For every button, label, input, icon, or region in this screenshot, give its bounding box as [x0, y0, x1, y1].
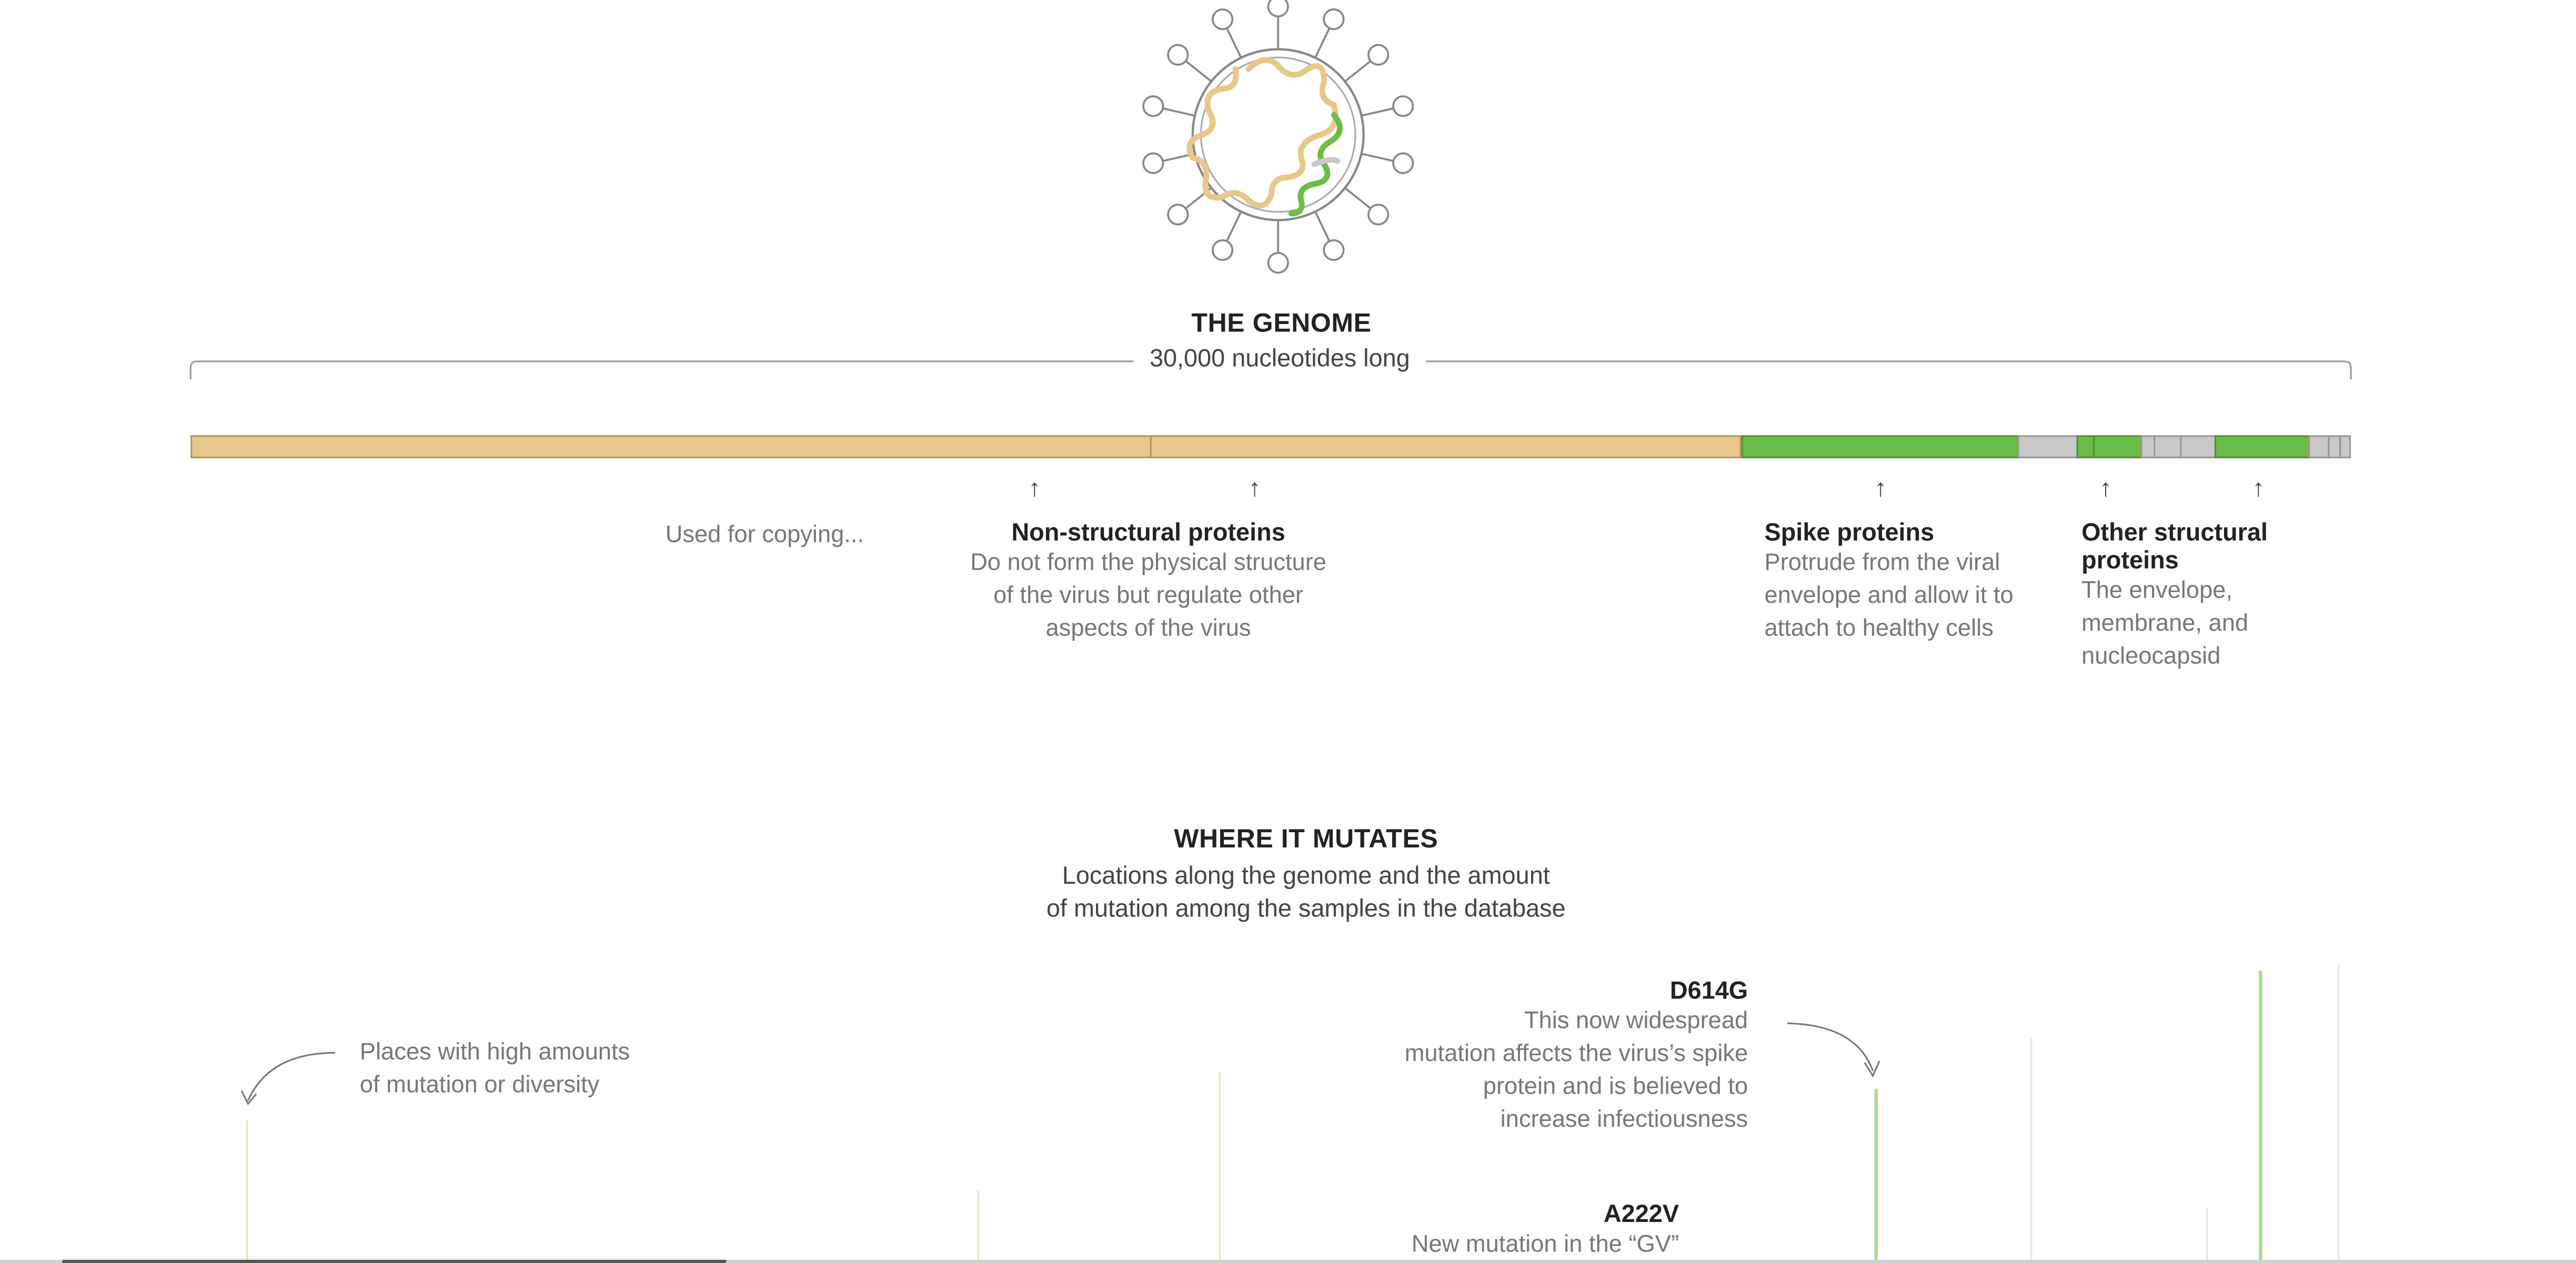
spike-stalk	[1361, 153, 1394, 162]
arrow-up-icon: ↑	[1874, 474, 1887, 503]
mutation-line	[1874, 1089, 1878, 1263]
non-structural-line: Do not form the physical structure	[970, 550, 1326, 577]
mutation-line	[2206, 1207, 2208, 1263]
arrow-up-icon: ↑	[2099, 474, 2112, 503]
spike-head	[1167, 44, 1189, 66]
mutation-line	[2030, 1038, 2032, 1263]
spike-stalk	[1314, 211, 1331, 242]
genome-segment-orf3	[2017, 435, 2078, 459]
other-structural-line: membrane, and	[2081, 611, 2249, 638]
other-structural-title: proteins	[2081, 547, 2179, 575]
spike-stalk	[1314, 27, 1331, 58]
genome-title: THE GENOME	[1191, 310, 1372, 339]
spike-stalk	[1344, 60, 1372, 83]
d614g-title: D614G	[1669, 977, 1748, 1005]
high-amounts-line: Places with high amounts	[359, 1039, 630, 1066]
spike-line: envelope and allow it to	[1764, 583, 2014, 610]
genome-segment-spike	[1741, 435, 2019, 459]
other-structural-annotation: Other structural proteins The envelope, …	[2081, 519, 2328, 674]
spike-stalk	[1344, 187, 1372, 209]
other-structural-line: The envelope,	[2081, 578, 2233, 605]
spike-head	[1142, 95, 1164, 117]
used-for-copying-label: Used for copying...	[665, 522, 864, 549]
arrow-up-icon: ↑	[1028, 474, 1041, 503]
spike-head	[1267, 0, 1289, 18]
genome-segment-envelope	[2076, 435, 2095, 459]
mutation-line	[2259, 971, 2262, 1263]
genome-segment-orf1b	[1150, 435, 1742, 459]
d614g-line: This now widespread	[1524, 1008, 1748, 1035]
mutation-line	[2338, 964, 2340, 1263]
non-structural-line: aspects of the virus	[1045, 615, 1251, 642]
genome-segment-orf7a	[2154, 435, 2182, 459]
scrollbar-thumb[interactable]	[62, 1259, 727, 1263]
spike-line: Protrude from the viral	[1764, 550, 2000, 577]
high-amounts-annotation: Places with high amounts of mutation or …	[360, 1036, 630, 1102]
high-amounts-line: of mutation or diversity	[359, 1072, 600, 1099]
genome-segment-end-b	[2339, 435, 2351, 459]
other-structural-title: Other structural	[2081, 519, 2268, 547]
d614g-annotation: D614G This now widespread mutation affec…	[1347, 977, 1748, 1137]
genome-segment-membrane	[2092, 435, 2142, 459]
a222v-annotation: A222V New mutation in the “GV”	[1314, 1200, 1679, 1261]
spike-head	[1167, 204, 1189, 226]
non-structural-title: Non-structural proteins	[1011, 519, 1285, 547]
mutation-line	[977, 1190, 979, 1263]
spike-head	[1267, 251, 1289, 274]
spike-head	[1367, 204, 1390, 226]
a222v-line: New mutation in the “GV”	[1411, 1231, 1679, 1258]
curved-arrow-icon	[240, 1052, 335, 1106]
arrow-up-icon: ↑	[1249, 474, 1261, 503]
spike-line: attach to healthy cells	[1764, 615, 1994, 642]
genome-segment-orf6	[2140, 435, 2156, 459]
spike-head	[1142, 152, 1164, 174]
mutations-title: WHERE IT MUTATES	[1174, 826, 1438, 854]
genome-length-label: 30,000 nucleotides long	[1133, 345, 1426, 373]
genome-segment-orf1a	[190, 435, 1152, 459]
spike-title: Spike proteins	[1764, 519, 1935, 547]
spike-stalk	[1225, 211, 1242, 242]
spike-head	[1392, 95, 1414, 117]
d614g-line: increase infectiousness	[1500, 1107, 1748, 1134]
genome-graphic: THE GENOME 30,000 nucleotides long ↑ ↑ ↑…	[0, 0, 2576, 1263]
curved-arrow-icon	[1787, 1022, 1880, 1078]
mutations-subtitle: Locations along the genome and the amoun…	[978, 861, 1635, 926]
spike-head	[1323, 8, 1345, 31]
spike-head	[1367, 44, 1390, 66]
spike-head	[1392, 152, 1414, 174]
d614g-line: protein and is believed to	[1483, 1074, 1748, 1101]
mutations-subtitle-line: Locations along the genome and the amoun…	[1062, 862, 1550, 891]
d614g-line: mutation affects the virus’s spike	[1404, 1041, 1748, 1068]
genome-segment-orf10	[2308, 435, 2330, 459]
spike-stalk	[1162, 107, 1195, 117]
spike-head	[1323, 239, 1345, 261]
spike-head	[1211, 8, 1234, 31]
non-structural-annotation: Non-structural proteins Do not form the …	[937, 519, 1361, 645]
spike-head	[1211, 239, 1234, 261]
mutation-line	[1219, 1072, 1221, 1263]
spike-stalk	[1225, 27, 1242, 58]
other-structural-line: nucleocapsid	[2081, 643, 2221, 670]
genome-segment-nucleocapsid	[2214, 435, 2310, 459]
non-structural-line: of the virus but regulate other	[993, 583, 1304, 610]
coronavirus-illustration	[1142, 0, 1414, 274]
mutation-line	[246, 1120, 248, 1263]
a222v-title: A222V	[1603, 1200, 1679, 1229]
genome-segment-orf8	[2180, 435, 2217, 459]
spike-stalk	[1361, 107, 1394, 117]
spike-stalk	[1185, 60, 1212, 83]
mutations-subtitle-line: of mutation among the samples in the dat…	[1046, 895, 1566, 923]
arrow-up-icon: ↑	[2252, 474, 2265, 503]
spike-annotation: Spike proteins Protrude from the viral e…	[1764, 519, 2060, 645]
